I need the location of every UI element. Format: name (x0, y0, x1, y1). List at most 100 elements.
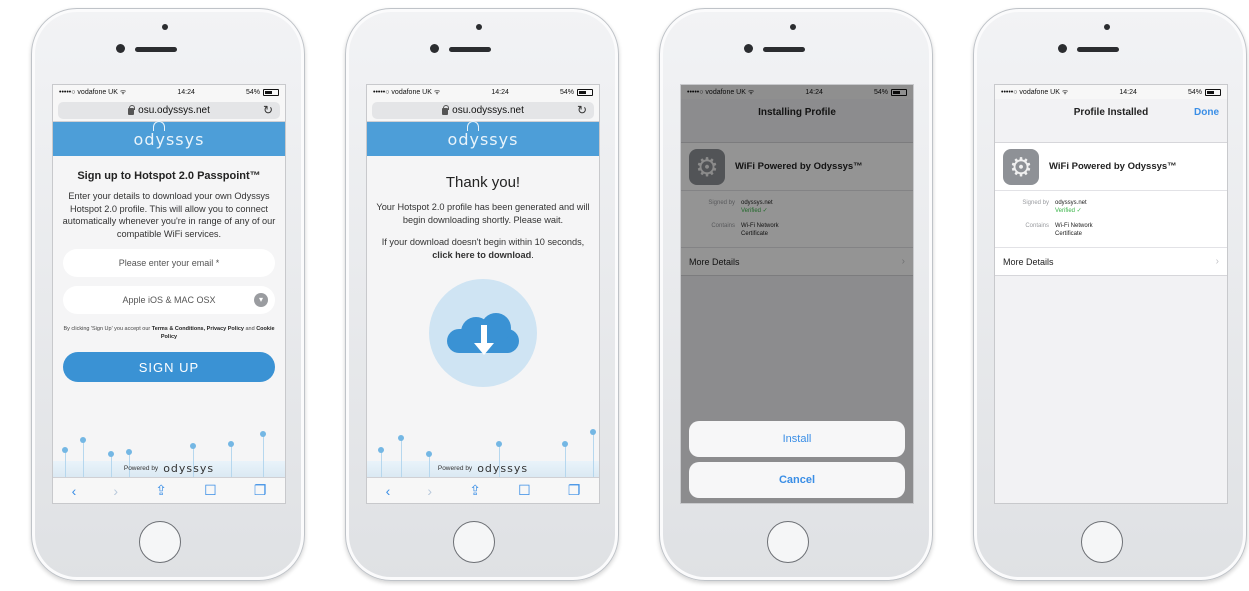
browser-toolbar: ‹ › ⇪ ☐ ❐ (53, 477, 285, 503)
profile-card: ⚙ WiFi Powered by Odyssys™ Signed by odys… (995, 142, 1227, 276)
contains-value-network: Wi-Fi Network (1055, 223, 1093, 229)
home-button[interactable] (1081, 521, 1123, 563)
signed-by-label: Signed by (1022, 200, 1049, 206)
installed-screen: •••••○ vodafone UK ᯤ 14:24 54% Profile I… (994, 84, 1228, 504)
status-bar: •••••○ vodafone UK ᯤ 14:24 54% (995, 85, 1227, 99)
install-button[interactable]: Install (689, 421, 905, 457)
battery-icon (577, 88, 593, 96)
browser-toolbar: ‹ › ⇪ ☐ ❐ (367, 477, 599, 503)
back-icon[interactable]: ‹ (386, 483, 391, 499)
brand-header: odyssys (367, 120, 599, 156)
powered-by-footer: Powered by odyssys (53, 462, 285, 475)
url-text: osu.odyssys.net (452, 104, 524, 116)
signup-screen: •••••○ vodafone UK ᯤ 14:24 54% osu.odyss… (52, 84, 286, 504)
installing-screen: •••••○ vodafone UK ᯤ 14:24 54% Installin… (680, 84, 914, 504)
device-select-value: Apple iOS & MAC OSX (122, 295, 216, 305)
powered-by-label: Powered by (123, 465, 159, 472)
sign-up-button[interactable]: SIGN UP (63, 352, 275, 382)
chevron-right-icon: › (1215, 256, 1219, 267)
lock-icon (442, 104, 450, 115)
comparison-stage: •••••○ vodafone UK ᯤ 14:24 54% osu.odyss… (0, 0, 1249, 591)
sensor-dot (162, 24, 168, 30)
email-field[interactable]: Please enter your email * (63, 249, 275, 277)
cancel-button[interactable]: Cancel (689, 462, 905, 498)
earpiece-speaker (449, 47, 491, 52)
retry-suffix: . (531, 249, 534, 260)
odyssys-logo: odyssys (448, 120, 519, 149)
settings-gear-icon: ⚙ (1003, 148, 1039, 185)
powered-by-label: Powered by (437, 465, 473, 472)
home-button[interactable] (139, 521, 181, 563)
map-pin-icon (228, 441, 234, 447)
done-button[interactable]: Done (1194, 107, 1219, 118)
thank-you-screen: •••••○ vodafone UK ᯤ 14:24 54% osu.odyss… (366, 84, 600, 504)
battery-area: 54% (245, 88, 279, 96)
sensor-dot (476, 24, 482, 30)
clock: 14:24 (1119, 88, 1137, 96)
battery-percent: 54% (1187, 88, 1202, 96)
carrier-label: •••••○ vodafone UK ᯤ (59, 88, 127, 96)
more-details-row[interactable]: More Details › (995, 247, 1227, 275)
tabs-icon[interactable]: ❐ (254, 482, 267, 499)
battery-icon (263, 88, 279, 96)
home-button[interactable] (453, 521, 495, 563)
battery-percent: 54% (245, 88, 260, 96)
map-pin-icon (426, 451, 432, 457)
retry-prefix: If your download doesn't begin within 10… (381, 237, 585, 247)
thank-you-title: Thank you! (445, 174, 521, 191)
share-icon[interactable]: ⇪ (469, 482, 481, 499)
retry-message: If your download doesn't begin within 10… (367, 236, 599, 261)
map-pin-icon (108, 451, 114, 457)
download-arrow-icon (474, 325, 494, 359)
signed-by-value: odyssys.net (1055, 200, 1087, 206)
share-icon[interactable]: ⇪ (155, 482, 167, 499)
bookmarks-icon[interactable]: ☐ (518, 482, 531, 499)
skyline-illustration: Powered by odyssys (53, 429, 285, 477)
tabs-icon[interactable]: ❐ (568, 482, 581, 499)
battery-icon (1205, 88, 1221, 96)
status-bar: •••••○ vodafone UK ᯤ 14:24 54% (53, 85, 285, 99)
phone-installed: •••••○ vodafone UK ᯤ 14:24 54% Profile I… (973, 8, 1247, 581)
earpiece-speaker (135, 47, 177, 52)
nav-title: Profile Installed (1073, 107, 1149, 118)
download-link[interactable]: click here to download (432, 250, 531, 260)
phone-thank-you: •••••○ vodafone UK ᯤ 14:24 54% osu.odyss… (345, 8, 619, 581)
forward-icon[interactable]: › (113, 483, 118, 499)
front-camera (1058, 44, 1067, 53)
url-field[interactable]: osu.odyssys.net (372, 101, 594, 119)
reload-icon[interactable]: ↻ (263, 103, 273, 117)
profile-details: Signed by odyssys.net Verified ✓ Contains W… (995, 191, 1227, 247)
cloud-shape (447, 313, 519, 355)
front-camera (116, 44, 125, 53)
map-pin-icon (80, 437, 86, 443)
nav-bar: Profile Installed Done (995, 99, 1227, 126)
front-camera (744, 44, 753, 53)
reload-icon[interactable]: ↻ (577, 103, 587, 117)
terms-link[interactable]: Terms & Conditions, Privacy Policy (152, 326, 244, 332)
signup-title: Sign up to Hotspot 2.0 Passpoint™ (77, 170, 261, 182)
sensor-dot (790, 24, 796, 30)
terms-prefix: By clicking 'Sign Up' you accept our (63, 326, 152, 332)
earpiece-speaker (763, 47, 805, 52)
profile-header: ⚙ WiFi Powered by Odyssys™ (995, 143, 1227, 191)
contains-row: Contains Wi-Fi Network Certificate (1003, 222, 1219, 238)
front-camera (430, 44, 439, 53)
phone-signup: •••••○ vodafone UK ᯤ 14:24 54% osu.odyss… (31, 8, 305, 581)
device-select[interactable]: Apple iOS & MAC OSX ▾ (63, 286, 275, 314)
back-icon[interactable]: ‹ (72, 483, 77, 499)
url-field[interactable]: osu.odyssys.net (58, 101, 280, 119)
brand-header: odyssys (53, 120, 285, 156)
map-pin-icon (62, 447, 68, 453)
profile-name: WiFi Powered by Odyssys™ (1049, 161, 1177, 172)
cloud-download-icon[interactable] (429, 279, 537, 387)
map-pin-icon (378, 447, 384, 453)
home-button[interactable] (767, 521, 809, 563)
odyssys-logo: odyssys (134, 120, 205, 149)
chevron-down-icon: ▾ (254, 293, 268, 307)
logo-wifi-icon (466, 120, 479, 131)
phone-installing: •••••○ vodafone UK ᯤ 14:24 54% Installin… (659, 8, 933, 581)
forward-icon[interactable]: › (427, 483, 432, 499)
bookmarks-icon[interactable]: ☐ (204, 482, 217, 499)
status-bar: •••••○ vodafone UK ᯤ 14:24 54% (367, 85, 599, 99)
